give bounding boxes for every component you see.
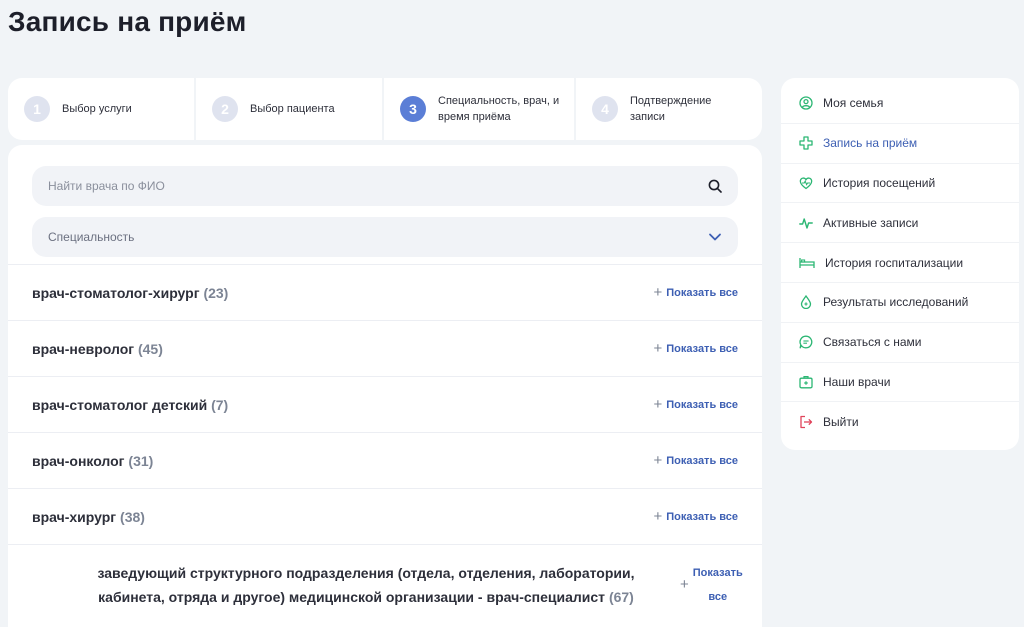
sidebar-item-label: Моя семья (823, 96, 884, 111)
specialty-list: врач-стоматолог-хирург (23) + Показать вс… (8, 264, 762, 624)
family-icon (799, 96, 813, 111)
sidebar-item-active-appointments[interactable]: Активные записи (781, 203, 1019, 244)
sidebar-item-label: Результаты исследований (823, 295, 969, 310)
specialty-count: (23) (203, 284, 229, 301)
medical-cross-icon (799, 136, 813, 150)
show-all-button[interactable]: + Показать все (653, 341, 738, 356)
specialty-name: заведующий структурного подразделения (о… (97, 564, 635, 605)
sidebar-item-visit-history[interactable]: История посещений (781, 164, 1019, 204)
specialty-row: врач-хирург (38) + Показать все (8, 488, 762, 544)
step-patient[interactable]: 2 Выбор пациента (196, 78, 382, 140)
step-confirmation[interactable]: 4 Подтверждение записи (576, 78, 762, 140)
step-specialty-doctor-time[interactable]: 3 Специальность, врач, и время приёма (384, 78, 574, 140)
specialty-name: врач-стоматолог-хирург (32, 284, 200, 301)
specialty-count: (7) (211, 396, 229, 413)
show-all-label: Показать все (666, 286, 738, 299)
bed-icon (799, 256, 815, 270)
search-icon[interactable] (708, 179, 722, 193)
step-number: 3 (400, 96, 426, 122)
plus-icon: + (680, 576, 689, 593)
sidebar-item-appointment[interactable]: Запись на приём (781, 124, 1019, 164)
specialty-select[interactable]: Специальность (32, 217, 738, 257)
plus-icon: + (653, 340, 663, 357)
sidebar-item-family[interactable]: Моя семья (781, 84, 1019, 124)
medkit-icon (799, 375, 813, 389)
specialty-name: врач-онколог (32, 452, 125, 469)
show-all-button[interactable]: + Показать все (653, 453, 738, 468)
chevron-down-icon (708, 232, 722, 242)
specialty-count: (38) (120, 508, 145, 525)
plus-icon: + (653, 508, 663, 525)
step-label: Выбор услуги (62, 103, 132, 115)
specialty-count: (45) (137, 340, 163, 357)
pulse-icon (799, 216, 813, 230)
specialty-row: врач-стоматолог-хирург (23) + Показать вс… (8, 264, 762, 320)
show-all-label: Показать все (666, 454, 738, 467)
step-label: Выбор пациента (250, 103, 335, 115)
doctor-selection-card: Специальность врач-стоматолог-хирург (23… (8, 145, 762, 627)
sidebar-item-contact-us[interactable]: Связаться с нами (781, 323, 1019, 363)
specialty-row: врач-онколог (31) + Показать все (8, 432, 762, 488)
step-number: 4 (592, 96, 618, 122)
sidebar-item-label: История госпитализации (825, 255, 964, 270)
specialty-select-label: Специальность (48, 230, 135, 244)
specialty-row: врач-стоматолог детский (7) + Показать вс… (8, 376, 762, 432)
plus-icon: + (653, 284, 663, 301)
sidebar-menu: Моя семья Запись на приём История посеще… (781, 78, 1019, 450)
stepper: 1 Выбор услуги 2 Выбор пациента 3 Специа… (8, 78, 762, 140)
doctor-search-input[interactable] (48, 179, 708, 193)
show-all-label: Показать все (666, 510, 738, 523)
specialty-row: врач-невролог (45) + Показать все (8, 320, 762, 376)
show-all-button[interactable]: + Показать все (653, 285, 738, 300)
specialty-name: врач-стоматолог детский (32, 396, 208, 413)
sidebar-item-label: Выйти (823, 415, 859, 430)
sidebar-item-label: Запись на приём (823, 136, 918, 151)
specialty-name: врач-хирург (32, 508, 117, 525)
sidebar-item-test-results[interactable]: Результаты исследований (781, 283, 1019, 323)
sidebar-item-our-doctors[interactable]: Наши врачи (781, 363, 1019, 403)
show-all-label: Показать все (666, 342, 738, 355)
specialty-count: (31) (128, 452, 154, 469)
chat-icon (799, 335, 813, 349)
drop-icon (799, 295, 813, 310)
step-label: Специальность, врач, и время приёма (438, 95, 560, 123)
step-number: 1 (24, 96, 50, 122)
step-number: 2 (212, 96, 238, 122)
step-service[interactable]: 1 Выбор услуги (8, 78, 194, 140)
sidebar-item-hospitalization-history[interactable]: История госпитализации (781, 243, 1019, 283)
step-label: Подтверждение записи (630, 95, 712, 123)
show-all-button[interactable]: + Показать все (653, 509, 738, 524)
sidebar-item-label: Связаться с нами (823, 335, 922, 350)
sidebar-item-label: Активные записи (823, 215, 919, 230)
plus-icon: + (653, 396, 663, 413)
show-all-button[interactable]: + Показать все (676, 561, 743, 609)
doctor-search-box (32, 166, 738, 206)
specialty-count: (67) (608, 588, 634, 605)
page-title: Запись на приём (8, 6, 247, 37)
specialty-row: заведующий структурного подразделения (о… (8, 544, 762, 624)
show-all-label: Показать все (692, 566, 743, 603)
plus-icon: + (653, 452, 663, 469)
logout-icon (799, 415, 813, 429)
sidebar-item-logout[interactable]: Выйти (781, 402, 1019, 442)
specialty-name: врач-невролог (32, 340, 135, 357)
show-all-button[interactable]: + Показать все (653, 397, 738, 412)
show-all-label: Показать все (666, 398, 738, 411)
sidebar-item-label: История посещений (823, 175, 936, 190)
heart-pulse-icon (799, 176, 813, 190)
sidebar-item-label: Наши врачи (823, 374, 891, 389)
